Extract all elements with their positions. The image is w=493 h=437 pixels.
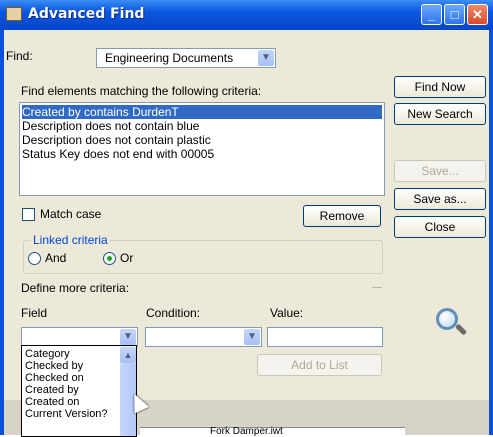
save-as-button[interactable]: Save as... — [394, 188, 486, 210]
find-type-select[interactable]: Engineering Documents ▼ — [96, 48, 276, 68]
field-option[interactable]: Created on — [25, 396, 79, 408]
background-window-text: Fork Damper.iwt — [210, 426, 283, 437]
field-select[interactable]: ▼ — [21, 327, 138, 347]
match-case-checkbox[interactable] — [22, 208, 35, 221]
field-option[interactable]: Checked on — [25, 372, 84, 384]
close-window-button[interactable]: ✕ — [467, 4, 488, 25]
value-input[interactable] — [267, 327, 383, 347]
chevron-up-icon[interactable]: ▲ — [120, 347, 136, 363]
criteria-item[interactable]: Created by contains DurdenT — [22, 105, 382, 119]
or-label: Or — [120, 251, 134, 265]
find-now-button[interactable]: Find Now — [394, 76, 486, 98]
radio-selected-dot — [107, 256, 112, 261]
define-criteria-heading: Define more criteria: — [21, 281, 130, 295]
advanced-find-window: Advanced Find _ □ ✕ Find: Engineering Do… — [0, 0, 493, 437]
linked-criteria-title: Linked criteria — [31, 233, 110, 247]
app-icon — [6, 7, 22, 21]
field-option[interactable]: Checked by — [25, 360, 83, 372]
chevron-down-icon[interactable]: ▼ — [258, 50, 274, 66]
criteria-item[interactable]: Description does not contain blue — [22, 119, 382, 133]
chevron-down-icon[interactable]: ▼ — [244, 329, 260, 345]
criteria-list[interactable]: Created by contains DurdenT Description … — [19, 102, 385, 196]
minimize-button[interactable]: _ — [421, 4, 442, 25]
value-label: Value: — [270, 306, 304, 320]
field-label: Field — [21, 306, 48, 320]
criteria-item[interactable]: Description does not contain plastic — [22, 133, 382, 147]
match-case-label: Match case — [40, 207, 102, 221]
and-label: And — [45, 251, 67, 265]
find-label: Find: — [6, 49, 33, 63]
criteria-heading: Find elements matching the following cri… — [21, 84, 262, 98]
field-option[interactable]: Created by — [25, 384, 79, 396]
new-search-button[interactable]: New Search — [394, 103, 486, 125]
find-type-value: Engineering Documents — [105, 51, 234, 65]
and-radio[interactable] — [28, 252, 41, 265]
divider — [372, 287, 382, 288]
remove-button[interactable]: Remove — [303, 205, 381, 227]
chevron-down-icon[interactable]: ▼ — [120, 329, 136, 345]
or-radio[interactable] — [103, 252, 116, 265]
close-button[interactable]: Close — [394, 216, 486, 238]
field-option[interactable]: Category — [25, 348, 70, 360]
dropdown-scrollbar[interactable]: ▲ — [120, 346, 136, 436]
window-title: Advanced Find — [28, 6, 145, 22]
field-dropdown-list[interactable]: Category Checked by Checked on Created b… — [21, 345, 137, 437]
save-button[interactable]: Save... — [394, 160, 486, 182]
field-option[interactable]: Current Version? — [25, 408, 108, 420]
title-bar[interactable]: Advanced Find _ □ ✕ — [0, 0, 493, 30]
condition-select[interactable]: ▼ — [145, 327, 262, 347]
add-to-list-button[interactable]: Add to List — [257, 354, 382, 376]
condition-label: Condition: — [146, 306, 201, 320]
maximize-button[interactable]: □ — [444, 4, 465, 25]
criteria-item[interactable]: Status Key does not end with 00005 — [22, 147, 382, 161]
